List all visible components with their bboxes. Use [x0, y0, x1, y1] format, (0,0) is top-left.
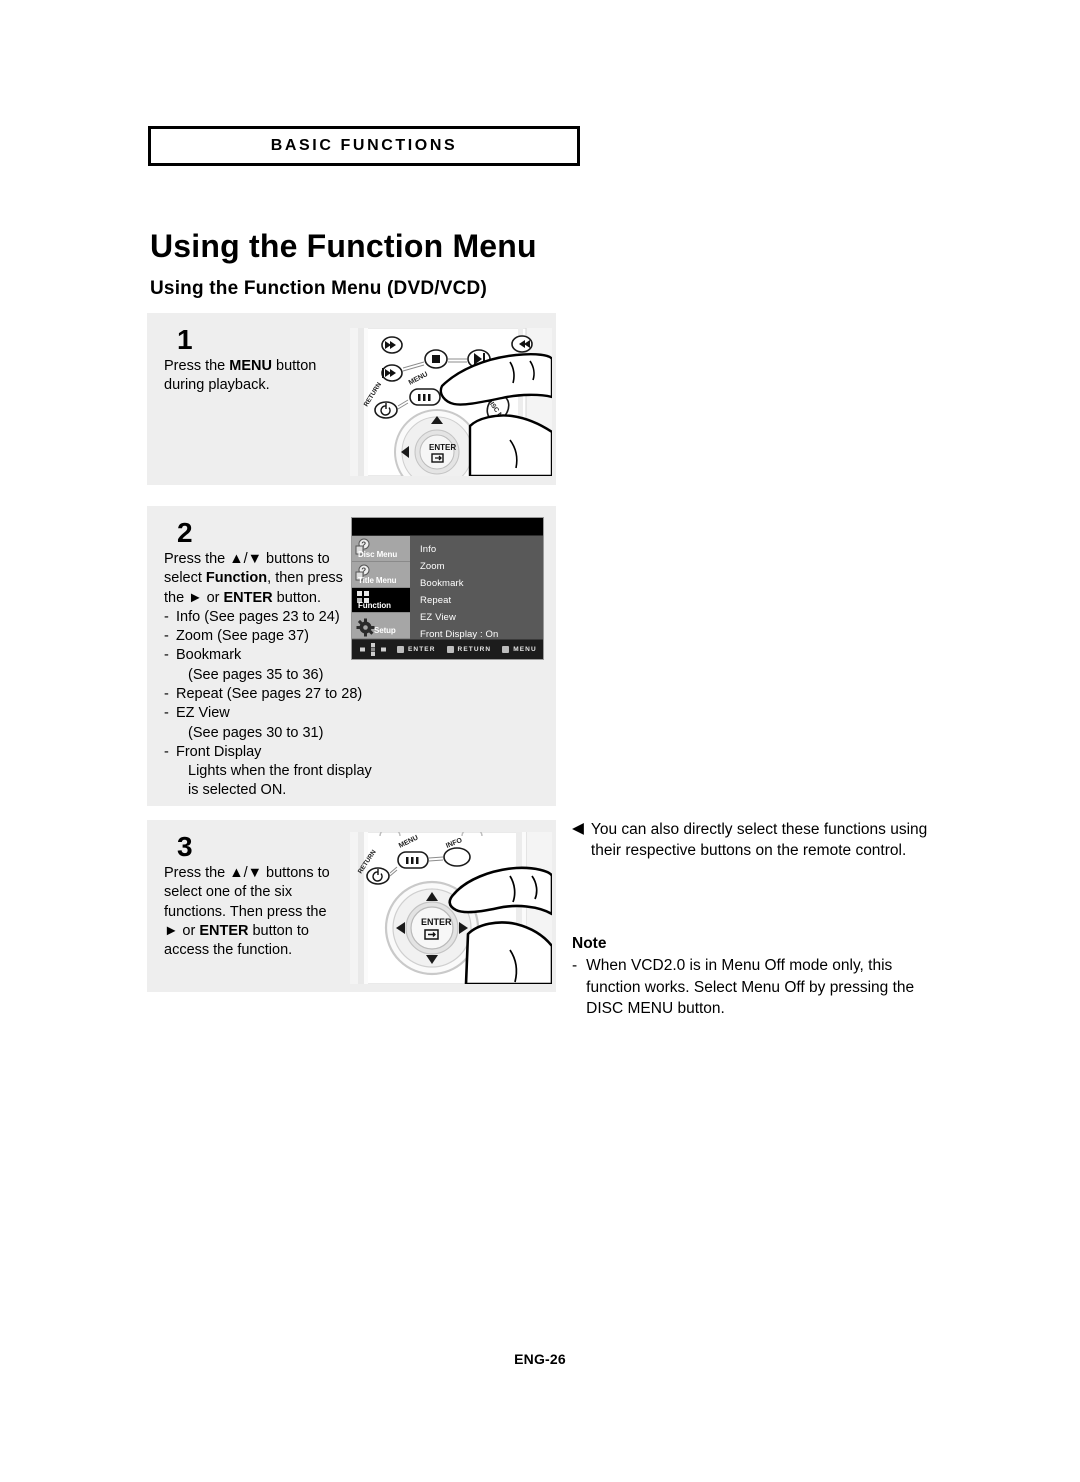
osd-sidebar-label: Function — [358, 601, 391, 611]
remote-diagram-1: MENU RETURN DISC MENU ENTER — [350, 328, 552, 476]
left-triangle-icon: ◀ — [572, 820, 584, 837]
step3-line4-post: button to — [248, 922, 309, 939]
step2-line3-post: button. — [272, 589, 322, 606]
note-line3: DISC MENU button. — [586, 1000, 725, 1018]
step-instruction-text: Press the ▲/▼ buttons to select one of t… — [164, 864, 364, 960]
osd-menu-item-zoom[interactable]: Zoom — [420, 559, 543, 575]
step-number: 2 — [177, 517, 193, 548]
gear-icon — [356, 618, 375, 637]
osd-sidebar-label: Setup — [374, 626, 396, 635]
osd-sidebar-item-setup[interactable]: Setup — [352, 613, 410, 639]
step-instruction-text: Press the MENU button during playback. — [164, 357, 364, 396]
osd-hint-label: MENU — [513, 646, 537, 653]
enter-keyword: ENTER — [199, 922, 249, 939]
menu-keyword: MENU — [229, 358, 272, 374]
function-reference-list: - Info (See pages 23 to 24) - Zoom (See pa… — [164, 608, 374, 801]
step1-line1-post: button — [271, 358, 317, 374]
step2-line2-post: , then press — [267, 570, 343, 587]
osd-menu-item-repeat[interactable]: Repeat — [420, 593, 543, 609]
list-item: - EZ View — [164, 705, 230, 722]
right-note-line3: control. — [855, 842, 907, 860]
directly-select-text: You can also directly select these funct… — [591, 819, 944, 862]
note-row: - When VCD2.0 is in Menu Off mode only, … — [572, 955, 950, 1019]
osd-menu-item-bookmark[interactable]: Bookmark — [420, 576, 543, 592]
directly-select-note: ◀ You can also directly select these fun… — [572, 819, 944, 862]
button-dot-icon — [397, 646, 404, 653]
step1-line2: during playback. — [164, 377, 270, 394]
chapter-header-label: BASIC FUNCTIONS — [270, 137, 458, 154]
step1-line1-pre: Press the — [164, 358, 230, 374]
osd-function-menu-screenshot: ? Disc Menu ? Title Menu Function Setup … — [351, 517, 544, 660]
note-dash: - — [572, 957, 578, 975]
manual-page: BASIC FUNCTIONS Using the Function Menu … — [0, 0, 1080, 1482]
list-item: (See pages 30 to 31) — [188, 724, 324, 741]
page-subtitle: Using the Function Menu (DVD/VCD) — [150, 278, 487, 299]
osd-hint-return: RETURN — [446, 646, 492, 653]
list-item: (See pages 35 to 36) — [188, 666, 324, 683]
note-block: Note - When VCD2.0 is in Menu Off mode o… — [572, 933, 950, 1020]
list-item: - Repeat (See pages 27 to 28) — [164, 685, 363, 702]
step3-line3: functions. Then press the — [164, 903, 327, 920]
right-note-line1: You can also directly select these funct… — [590, 821, 886, 838]
osd-function-list: Info Zoom Bookmark Repeat EZ View Front … — [410, 536, 543, 640]
osd-hint-label: RETURN — [457, 646, 492, 653]
arrow-row: ◀ You can also directly select these fun… — [572, 819, 944, 862]
osd-sidebar-item-function[interactable]: Function — [352, 587, 410, 614]
osd-title-bar — [352, 518, 543, 536]
button-dot-icon — [446, 646, 454, 653]
enter-button-label: ENTER — [429, 443, 456, 452]
enter-keyword: ENTER — [223, 589, 273, 606]
list-item: - Front Display — [164, 743, 262, 760]
note-title: Note — [572, 935, 607, 952]
step-number: 1 — [177, 324, 193, 355]
note-line1: When VCD2.0 is in Menu Off mode only, th… — [586, 957, 893, 975]
step2-line2-pre: select — [164, 570, 206, 587]
step3-line4-pre: ► or — [164, 922, 200, 939]
page-footer: ENG-26 — [0, 1351, 1080, 1367]
osd-hint-enter: ENTER — [397, 646, 436, 653]
list-item: - Info (See pages 23 to 24) — [164, 608, 340, 625]
osd-hint-label: ENTER — [408, 646, 436, 653]
list-item: - Bookmark — [164, 647, 242, 664]
page-number-label: ENG-26 — [514, 1351, 566, 1367]
list-item: is selected ON. — [188, 782, 287, 799]
osd-sidebar-label: Title Menu — [358, 575, 397, 585]
button-dot-icon — [502, 646, 510, 653]
note-text: When VCD2.0 is in Menu Off mode only, th… — [586, 955, 950, 1019]
step2-line1: Press the ▲/▼ buttons to — [164, 551, 330, 567]
step3-line5: access the function. — [164, 942, 293, 959]
step2-line3-pre: the ► or — [164, 589, 224, 606]
remote-diagram-3: MENU INFO RETURN ENTER — [350, 832, 552, 984]
osd-sidebar-label: Disc Menu — [358, 549, 398, 559]
osd-sidebar: ? Disc Menu ? Title Menu Function Setup — [352, 536, 410, 639]
osd-footer-hint-bar: ENTER RETURN MENU — [352, 639, 543, 659]
step-instruction-text: Press the ▲/▼ buttons to select Function… — [164, 550, 374, 801]
step3-line2: select one of the six — [164, 884, 293, 901]
step-number: 3 — [177, 831, 193, 862]
list-item: Lights when the front display — [188, 763, 372, 780]
remote-illustration-menu: MENU RETURN DISC MENU ENTER — [350, 328, 552, 476]
osd-sidebar-item-title-menu[interactable]: ? Title Menu — [352, 561, 410, 588]
remote-illustration-enter: MENU INFO RETURN ENTER — [350, 832, 552, 984]
step-panel-1: 1 Press the MENU button during playback. — [147, 313, 556, 485]
function-keyword: Function — [205, 570, 268, 587]
list-item: - Zoom (See page 37) — [164, 628, 309, 645]
step-panel-3: 3 Press the ▲/▼ buttons to select one of… — [147, 820, 556, 992]
osd-menu-item-ez-view[interactable]: EZ View — [420, 610, 543, 626]
osd-body: ? Disc Menu ? Title Menu Function Setup … — [352, 536, 543, 640]
page-title: Using the Function Menu — [150, 228, 537, 264]
step3-line1: Press the ▲/▼ buttons to — [164, 865, 330, 881]
osd-sidebar-item-disc-menu[interactable]: ? Disc Menu — [352, 536, 410, 562]
note-line2: function works. Select Menu Off by press… — [586, 978, 915, 996]
enter-button-label: ENTER — [421, 917, 452, 927]
navigation-arrows-icon — [360, 643, 386, 656]
osd-menu-item-info[interactable]: Info — [420, 542, 543, 558]
chapter-header-box: BASIC FUNCTIONS — [148, 126, 580, 166]
step-panel-2: 2 Press the ▲/▼ buttons to select Functi… — [147, 506, 556, 806]
osd-hint-menu: MENU — [502, 646, 537, 653]
